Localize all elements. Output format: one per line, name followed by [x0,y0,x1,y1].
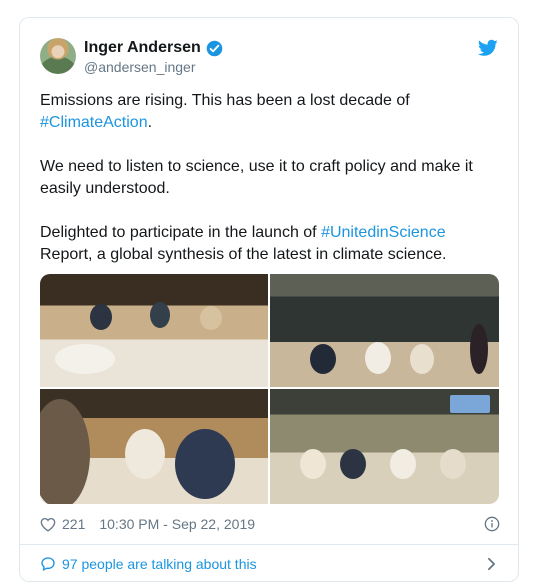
tweet-paragraph-1: Emissions are rising. This has been a lo… [40,90,502,134]
photo-panel-speakers[interactable] [40,389,268,504]
verified-badge-icon [206,40,223,56]
tweet-text: Emissions are rising. This has been a lo… [40,90,502,266]
heart-icon[interactable] [40,517,56,532]
tweet-text-segment: Emissions are rising. This has been a lo… [40,92,410,109]
like-count[interactable]: 221 [62,516,85,532]
tweet-paragraph-2: We need to listen to science, use it to … [40,158,473,197]
photo-detail [40,399,90,504]
avatar[interactable] [40,38,76,74]
photo-detail [200,306,222,330]
photo-detail [55,344,115,374]
tweet-text-segment: . [147,114,153,131]
tweet-meta: 221 10:30 PM - Sep 22, 2019 [40,514,500,534]
photo-detail [450,395,490,413]
info-icon[interactable] [484,516,500,532]
photo-detail [300,449,326,479]
tweet-timestamp[interactable]: 10:30 PM - Sep 22, 2019 [99,516,255,532]
tweet-paragraph-3: Delighted to participate in the launch o… [40,222,502,266]
photo-detail [175,429,235,499]
speech-bubble-icon [41,556,55,571]
tweet-author: Inger Andersen @andersen_inger [84,38,223,75]
photo-conference-room-left[interactable] [40,274,268,387]
hashtag-climateaction[interactable]: #ClimateAction [40,114,148,131]
photo-detail [365,342,391,374]
author-handle[interactable]: @andersen_inger [84,59,223,75]
author-name[interactable]: Inger Andersen [84,39,201,57]
photo-detail [310,344,336,374]
author-name-row: Inger Andersen [84,38,223,58]
chevron-right-icon [488,557,495,571]
conversation-link[interactable]: 97 people are talking about this [20,545,518,582]
photo-grid [40,274,499,504]
photo-detail [90,304,112,330]
photo-detail [125,429,165,479]
twitter-bird-icon[interactable] [478,39,498,57]
photo-detail [470,324,488,374]
photo-panel-wide[interactable] [270,389,499,504]
photo-detail [410,344,434,374]
photo-detail [340,449,366,479]
photo-conference-room-right[interactable] [270,274,499,387]
hashtag-unitedinscience[interactable]: #UnitedinScience [321,224,446,241]
tweet-text-segment: Report, a global synthesis of the latest… [40,246,447,263]
photo-detail [150,302,170,328]
talking-label: 97 people are talking about this [62,555,257,572]
photo-detail [390,449,416,479]
tweet-text-segment: Delighted to participate in the launch o… [40,224,322,241]
tweet-card: Inger Andersen @andersen_inger Emissions… [19,17,519,582]
photo-detail [440,449,466,479]
